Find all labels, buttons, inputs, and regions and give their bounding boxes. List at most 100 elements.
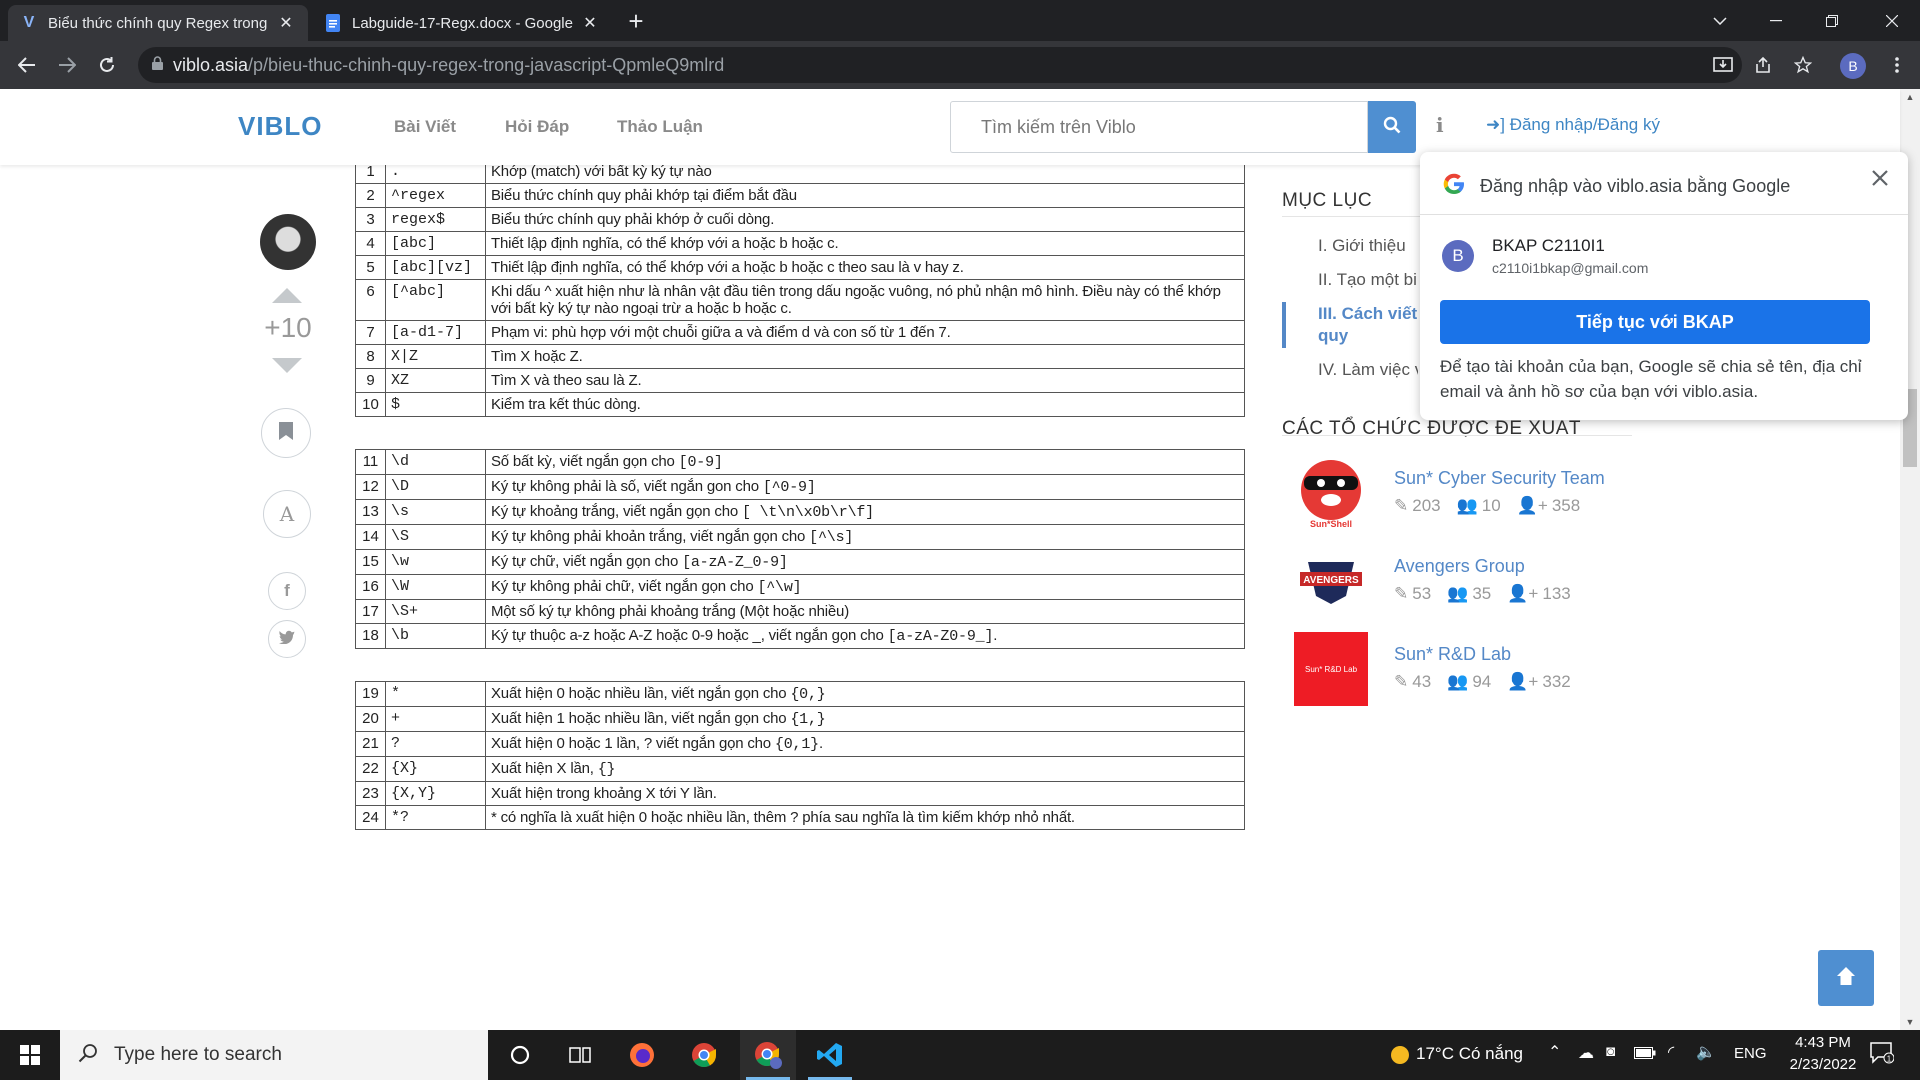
cortana-icon[interactable] xyxy=(492,1030,548,1080)
description-code: [a-zA-Z0-9_] xyxy=(887,628,994,645)
scroll-down-arrow-icon[interactable]: ▼ xyxy=(1900,1014,1920,1030)
table-row: 15 \w Ký tự chữ, viết ngắn gọn cho [a-zA-Z… xyxy=(355,549,1245,575)
toc-item-gioi-thieu[interactable]: I. Giới thiệu xyxy=(1318,236,1406,256)
org-stats: ✎ 53 👥 35 👤+ 133 xyxy=(1394,584,1571,604)
bookmark-button[interactable] xyxy=(261,408,311,458)
restore-button[interactable] xyxy=(1804,0,1860,41)
regex-description: Một số ký tự không phải khoảng trắng (Mộ… xyxy=(485,599,1245,624)
clock-date[interactable]: 2/23/2022 xyxy=(1778,1056,1868,1073)
chrome-icon[interactable] xyxy=(676,1030,732,1080)
share-icon[interactable] xyxy=(1748,50,1778,80)
close-tab-icon[interactable]: ✕ xyxy=(580,13,600,33)
sun-shell-logo[interactable]: Sun*Shell xyxy=(1294,456,1368,530)
pencil-icon: ✎ xyxy=(1394,496,1409,515)
table-row: 10 $ Kiểm tra kết thúc dòng. xyxy=(355,392,1245,417)
nav-thao-luan[interactable]: Thảo Luận xyxy=(617,117,703,137)
viblo-logo[interactable]: VIBLO xyxy=(238,111,322,142)
wifi-icon[interactable]: ◜ xyxy=(1668,1042,1674,1062)
popup-close-icon[interactable] xyxy=(1872,170,1888,191)
twitter-share-button[interactable] xyxy=(268,620,306,658)
description-text: Kiểm tra kết thúc dòng. xyxy=(491,396,641,413)
browser-menu-icon[interactable] xyxy=(1882,50,1912,80)
org-name[interactable]: Sun* Cyber Security Team xyxy=(1394,468,1605,489)
task-view-icon[interactable] xyxy=(552,1030,608,1080)
org-members: 35 xyxy=(1472,584,1492,603)
row-number: 15 xyxy=(355,549,386,575)
popup-header: Đăng nhập vào viblo.asia bằng Google xyxy=(1442,172,1790,201)
vscode-icon[interactable] xyxy=(802,1030,858,1080)
tab-viblo[interactable]: V Biểu thức chính quy Regex trong ✕ xyxy=(8,5,308,41)
upvote-icon[interactable] xyxy=(272,288,302,303)
browser-tab-strip: V Biểu thức chính quy Regex trong ✕ Labg… xyxy=(0,0,1920,41)
avengers-logo[interactable]: AVENGERS xyxy=(1294,544,1368,618)
install-app-icon[interactable] xyxy=(1708,50,1738,80)
weather-text[interactable]: 17°C Có nắng xyxy=(1416,1044,1523,1064)
regex-pattern: X|Z xyxy=(385,344,486,369)
chrome-profile-b-icon[interactable] xyxy=(740,1030,796,1080)
close-tab-icon[interactable]: ✕ xyxy=(276,13,296,33)
language-indicator[interactable]: ENG xyxy=(1734,1045,1767,1062)
scroll-to-top-button[interactable] xyxy=(1818,950,1874,1006)
regex-pattern: \s xyxy=(385,499,486,525)
info-icon[interactable]: i xyxy=(1436,113,1444,137)
org-name[interactable]: Avengers Group xyxy=(1394,556,1525,577)
sun-rd-lab-logo[interactable]: Sun* R&D Lab xyxy=(1294,632,1368,706)
battery-icon[interactable] xyxy=(1634,1044,1656,1064)
nav-hoi-dap[interactable]: Hỏi Đáp xyxy=(505,117,569,137)
author-avatar[interactable] xyxy=(260,214,316,270)
org-members: 94 xyxy=(1472,672,1492,691)
chevron-up-icon[interactable]: ⌃ xyxy=(1548,1042,1561,1062)
volume-icon[interactable]: 🔈 xyxy=(1696,1042,1716,1062)
description-code: {} xyxy=(597,761,616,778)
regex-description: Xuất hiện 0 hoặc 1 lần, ? viết ngắn gọn … xyxy=(485,731,1245,757)
firefox-icon[interactable] xyxy=(614,1030,670,1080)
profile-avatar[interactable]: B xyxy=(1840,53,1866,79)
address-bar[interactable]: viblo.asia/p/bieu-thuc-chinh-quy-regex-t… xyxy=(138,47,1742,83)
scroll-up-arrow-icon[interactable]: ▲ xyxy=(1900,89,1920,105)
webcam-icon[interactable]: ◙ xyxy=(1606,1043,1615,1060)
svg-text:Sun* R&D Lab: Sun* R&D Lab xyxy=(1305,665,1358,674)
toc-item-cach-viet-cont[interactable]: quy xyxy=(1318,326,1348,346)
sign-in-icon: ➜] xyxy=(1486,115,1505,134)
toc-item-lam-viec[interactable]: IV. Làm việc v xyxy=(1318,360,1418,380)
regex-description: Xuất hiện 1 hoặc nhiều lần, viết ngắn gọ… xyxy=(485,706,1245,732)
font-size-button[interactable]: A xyxy=(263,490,311,538)
row-number: 12 xyxy=(355,474,386,500)
new-tab-button[interactable]: + xyxy=(620,6,652,38)
regex-pattern: [a-d1-7] xyxy=(385,320,486,345)
tab-search-chevron-icon[interactable] xyxy=(1692,0,1748,41)
regex-pattern: XZ xyxy=(385,368,486,393)
login-link[interactable]: ➜] Đăng nhập/Đăng ký xyxy=(1486,115,1660,135)
onedrive-cloud-icon[interactable]: ☁ xyxy=(1578,1043,1594,1063)
taskbar-search-input[interactable]: Type here to search xyxy=(60,1030,488,1080)
users-icon: 👥 xyxy=(1447,584,1469,603)
continue-button[interactable]: Tiếp tục với BKAP xyxy=(1440,300,1870,344)
search-button[interactable] xyxy=(1368,101,1416,153)
minimize-button[interactable] xyxy=(1748,0,1804,41)
regex-description: Ký tự thuộc a-z hoặc A-Z hoặc 0-9 hoặc _… xyxy=(485,623,1245,649)
close-window-button[interactable] xyxy=(1864,0,1920,41)
reload-icon[interactable] xyxy=(92,50,122,80)
browser-toolbar: viblo.asia/p/bieu-thuc-chinh-quy-regex-t… xyxy=(0,41,1920,89)
org-followers: 133 xyxy=(1542,584,1571,603)
nav-bai-viet[interactable]: Bài Viết xyxy=(394,117,456,137)
taskbar-search-placeholder: Type here to search xyxy=(114,1044,282,1065)
bookmark-star-icon[interactable] xyxy=(1788,50,1818,80)
toc-item-cach-viet[interactable]: III. Cách viết xyxy=(1318,304,1418,324)
toc-item-tao-mot[interactable]: II. Tạo một bi xyxy=(1318,270,1418,290)
viblo-favicon-icon: V xyxy=(23,14,35,31)
clock-time[interactable]: 4:43 PM xyxy=(1784,1034,1862,1051)
description-text: Ký tự khoảng trắng, viết ngắn gọn cho xyxy=(491,503,742,520)
notification-center-icon[interactable]: 1 xyxy=(1870,1042,1895,1069)
tab-google-docs[interactable]: Labguide-17-Regx.docx - Google ✕ xyxy=(312,5,612,41)
windows-start-icon[interactable] xyxy=(2,1030,58,1080)
search-input[interactable]: Tìm kiếm trên Viblo xyxy=(950,101,1368,153)
facebook-share-button[interactable]: f xyxy=(268,572,306,610)
login-label: Đăng nhập/Đăng ký xyxy=(1509,115,1660,134)
org-stats: ✎ 43 👥 94 👤+ 332 xyxy=(1394,672,1571,692)
back-arrow-icon[interactable] xyxy=(12,50,42,80)
lock-icon[interactable] xyxy=(152,55,163,75)
downvote-icon[interactable] xyxy=(272,358,302,373)
forward-arrow-icon[interactable] xyxy=(52,50,82,80)
org-name[interactable]: Sun* R&D Lab xyxy=(1394,644,1511,665)
